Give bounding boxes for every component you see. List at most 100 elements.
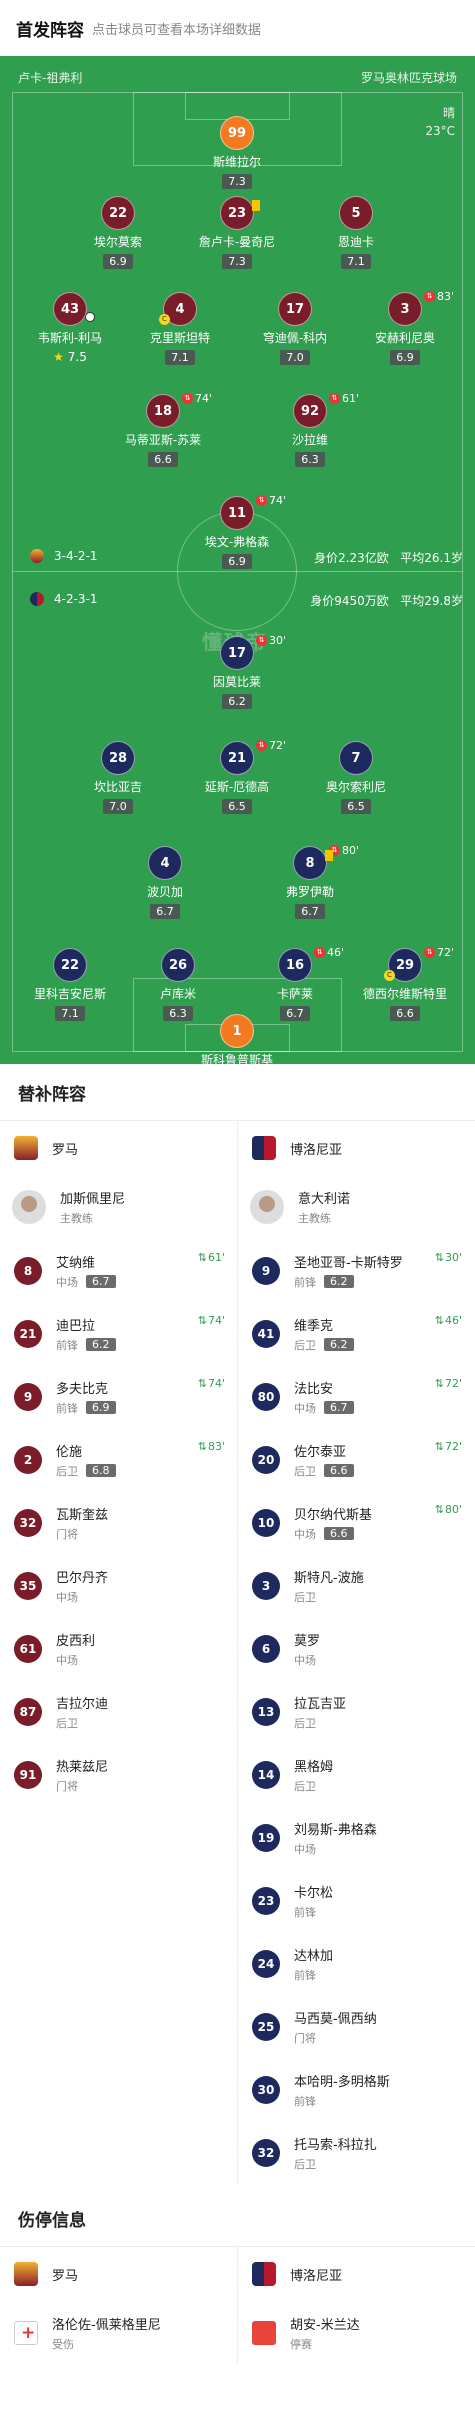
sub-player-item[interactable]: 30 本哈明-多明格斯 前锋 <box>238 2058 474 2121</box>
player-rating: 6.9 <box>390 350 420 365</box>
away-player[interactable]: 1斯科鲁普斯基7.0 <box>182 1014 292 1064</box>
player-position: 后卫 <box>294 2157 316 2171</box>
away-player[interactable]: 8 弗罗伊勒 6.7 ⇅ 80' <box>255 844 365 919</box>
sub-player-item[interactable]: 80 法比安中场 6.7 72' <box>238 1365 474 1428</box>
player-name: 莫罗 <box>294 1633 321 1649</box>
home-player[interactable]: 92 沙拉维 6.3 ⇅ 61' <box>255 392 365 467</box>
player-number: 20 <box>252 1445 280 1474</box>
away-player[interactable]: 26 卢库米 6.3 <box>123 948 233 1021</box>
sub-player-item[interactable]: 9 多夫比克前锋 6.9 74' <box>0 1365 237 1428</box>
player-name: 韦斯利-利马 <box>37 331 103 345</box>
sub-minute: 72' <box>437 946 455 959</box>
sub-player-item[interactable]: 9 圣地亚哥-卡斯特罗前锋 6.2 30' <box>238 1239 474 1302</box>
sub-player-item[interactable]: 8 艾纳维中场 6.7 61' <box>0 1239 237 1302</box>
home-player[interactable]: 3 安赫利尼奥 6.9 ⇅ 83' <box>350 290 460 365</box>
home-player[interactable]: 18 马蒂亚斯-苏莱 6.6 ⇅ 74' <box>108 392 218 467</box>
subs-away-team[interactable]: 博洛尼亚 <box>238 1121 474 1175</box>
sub-player-item[interactable]: 2 伦施后卫 6.8 83' <box>0 1428 237 1491</box>
substitution-icon: ⇅ <box>329 393 340 404</box>
home-player[interactable]: 99 斯维拉尔 7.3 <box>182 116 292 189</box>
player-number: 1 <box>220 1014 254 1048</box>
player-position: 中场 <box>56 1590 78 1604</box>
injury-item[interactable]: 洛伦佐-佩莱格里尼 受伤 <box>0 2301 237 2365</box>
sub-player-item[interactable]: 25 马西莫-佩西纳 门将 <box>238 1995 474 2058</box>
away-player[interactable]: 16 卡萨莱 6.7 ⇅ 46' <box>240 946 350 1021</box>
away-player[interactable]: 22 里科吉安尼斯 7.1 <box>15 948 125 1021</box>
sub-player-item[interactable]: 3 斯特凡-波施 后卫 <box>238 1554 474 1617</box>
home-player[interactable]: 17 穹迪佩-科内 7.0 <box>240 292 350 365</box>
away-player[interactable]: 29 德西尔维斯特里 6.6 ⇅ 72' C <box>350 946 460 1021</box>
home-coach[interactable]: 加斯佩里尼 主教练 <box>0 1175 237 1239</box>
sub-in-minute: 72' <box>435 1440 462 1453</box>
player-position: 后卫 <box>294 1590 316 1604</box>
player-number: 2 <box>14 1445 42 1474</box>
player-name: 奥尔索利尼 <box>325 780 386 794</box>
home-age: 平均26.1岁 <box>400 551 463 565</box>
player-number: 32 <box>252 2138 280 2167</box>
substitution-icon: ⇅ <box>424 947 435 958</box>
home-player[interactable]: 22 埃尔莫索 6.9 <box>63 196 173 269</box>
sub-player-item[interactable]: 41 维季克后卫 6.2 46' <box>238 1302 474 1365</box>
player-rating: 6.2 <box>324 1338 354 1351</box>
away-player[interactable]: 7 奥尔索利尼 6.5 <box>301 741 411 814</box>
injury-home-team-name: 罗马 <box>52 2268 79 2284</box>
away-player[interactable]: 21 延斯-厄德高 6.5 ⇅ 72' <box>182 739 292 814</box>
roma-logo-icon <box>14 2262 38 2286</box>
player-rating: 6.5 <box>341 799 371 814</box>
player-rating: 6.9 <box>103 254 133 269</box>
subs-home-team[interactable]: 罗马 <box>0 1121 237 1175</box>
sub-player-item[interactable]: 91 热莱兹尼 门将 <box>0 1743 237 1806</box>
sub-event: ⇅ 72' <box>424 946 454 959</box>
player-rating: 6.2 <box>324 1275 354 1288</box>
away-player[interactable]: 4 波贝加 6.7 <box>110 846 220 919</box>
away-player[interactable]: 28 坎比亚吉 7.0 <box>63 741 173 814</box>
home-player[interactable]: 11 埃文-弗格森 6.9 ⇅ 74' <box>182 494 292 569</box>
injury-home-team[interactable]: 罗马 <box>0 2247 237 2301</box>
captain-icon: C <box>384 970 395 981</box>
home-player[interactable]: 4 克里斯坦特 7.1 C <box>125 292 235 365</box>
sub-player-item[interactable]: 20 佐尔泰亚后卫 6.6 72' <box>238 1428 474 1491</box>
player-rating: 7.1 <box>341 254 371 269</box>
player-rating: 7.3 <box>222 254 252 269</box>
sub-player-item[interactable]: 87 吉拉尔迪 后卫 <box>0 1680 237 1743</box>
sub-player-item[interactable]: 24 达林加 前锋 <box>238 1932 474 1995</box>
injury-grid: 罗马 洛伦佐-佩莱格里尼 受伤 博洛尼亚 胡安-米兰达 停赛 <box>0 2246 475 2365</box>
sub-player-item[interactable]: 23 卡尔松 前锋 <box>238 1869 474 1932</box>
sub-player-item[interactable]: 19 刘易斯-弗格森 中场 <box>238 1806 474 1869</box>
sub-player-item[interactable]: 14 黑格姆 后卫 <box>238 1743 474 1806</box>
away-coach[interactable]: 意大利诺 主教练 <box>238 1175 474 1239</box>
player-rating: 6.6 <box>324 1527 354 1540</box>
player-number: 4 <box>148 846 182 880</box>
sub-player-item[interactable]: 6 莫罗 中场 <box>238 1617 474 1680</box>
home-player[interactable]: 43 韦斯利-利马 ★ 7.5 <box>15 292 125 365</box>
sub-player-item[interactable]: 32 托马索-科拉扎 后卫 <box>238 2121 474 2184</box>
player-position: 前锋 <box>294 1968 316 1982</box>
player-position: 前锋 <box>294 1905 316 1919</box>
player-name: 坎比亚吉 <box>93 780 142 794</box>
sub-player-item[interactable]: 21 迪巴拉前锋 6.2 74' <box>0 1302 237 1365</box>
player-name: 埃文-弗格森 <box>204 535 270 549</box>
sub-player-item[interactable]: 32 瓦斯奎兹 门将 <box>0 1491 237 1554</box>
sub-player-item[interactable]: 10 贝尔纳代斯基中场 6.6 80' <box>238 1491 474 1554</box>
player-name: 迪巴拉 <box>56 1318 96 1334</box>
temperature: 23°C <box>425 124 455 138</box>
injury-item[interactable]: 胡安-米兰达 停赛 <box>238 2301 474 2365</box>
player-position: 前锋 <box>294 1275 316 1289</box>
subs-home-team-name: 罗马 <box>52 1142 79 1158</box>
player-number: 35 <box>14 1571 42 1600</box>
sub-player-item[interactable]: 61 皮西利 中场 <box>0 1617 237 1680</box>
subs-away-team-name: 博洛尼亚 <box>290 1142 343 1158</box>
player-name: 波贝加 <box>146 885 183 899</box>
player-name: 德西尔维斯特里 <box>362 987 447 1001</box>
home-player[interactable]: 23 詹卢卡-曼奇尼 7.3 <box>182 196 292 269</box>
player-number: 32 <box>14 1508 42 1537</box>
sub-player-item[interactable]: 35 巴尔丹齐 中场 <box>0 1554 237 1617</box>
home-player[interactable]: 5 恩迪卡 7.1 <box>301 196 411 269</box>
player-number: 21 <box>14 1319 42 1348</box>
sub-minute: 83' <box>437 290 455 303</box>
sub-player-item[interactable]: 13 拉瓦吉亚 后卫 <box>238 1680 474 1743</box>
away-player[interactable]: 17 因莫比莱 6.2 ⇅ 30' <box>182 634 292 709</box>
player-rating: 6.8 <box>86 1464 116 1477</box>
sub-event: ⇅ 80' <box>329 844 359 857</box>
injury-away-team[interactable]: 博洛尼亚 <box>238 2247 474 2301</box>
